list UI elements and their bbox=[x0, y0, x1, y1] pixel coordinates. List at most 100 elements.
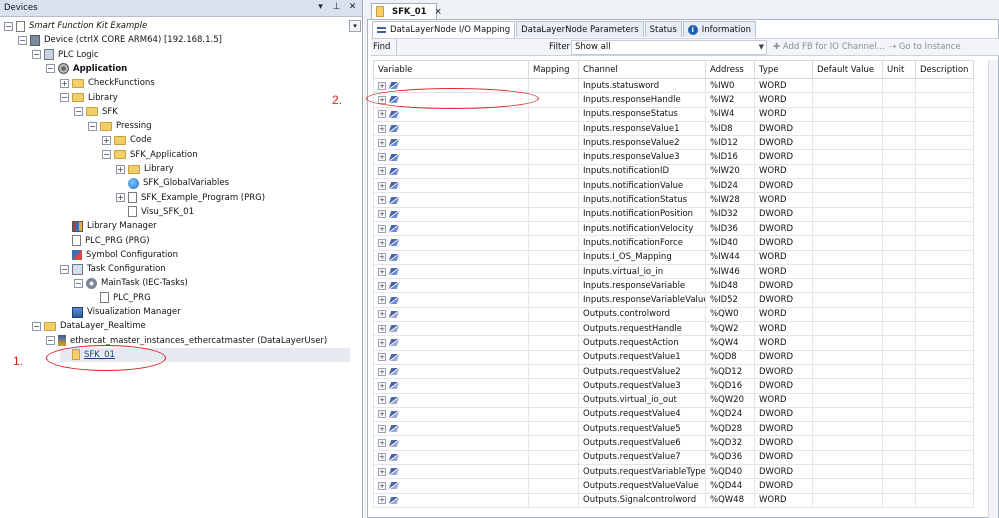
pin-icon[interactable]: ⊥ bbox=[331, 2, 342, 12]
cell-variable[interactable]: + bbox=[373, 235, 529, 251]
expand-icon[interactable]: + bbox=[378, 138, 386, 147]
expand-icon[interactable]: + bbox=[378, 467, 386, 476]
document-tab-sfk01[interactable]: SFK_01 × bbox=[371, 3, 442, 19]
cell-mapping[interactable] bbox=[528, 135, 579, 151]
cell-variable[interactable]: + bbox=[373, 120, 529, 137]
cell-mapping[interactable] bbox=[528, 349, 579, 365]
expand-icon[interactable]: + bbox=[116, 193, 125, 203]
expand-icon[interactable]: + bbox=[378, 210, 386, 219]
table-row[interactable]: + Inputs.virtual_io_in %IW46 WORD bbox=[373, 263, 974, 280]
expand-icon[interactable]: + bbox=[378, 167, 386, 176]
cell-mapping[interactable] bbox=[528, 163, 579, 180]
close-icon[interactable]: ✕ bbox=[347, 2, 358, 12]
table-row[interactable]: + Outputs.requestVariableType %QD40 DWORD bbox=[373, 464, 974, 480]
cell-mapping[interactable] bbox=[528, 464, 579, 480]
expand-icon[interactable]: + bbox=[378, 439, 386, 448]
collapse-icon[interactable]: − bbox=[74, 107, 83, 117]
tab-datalayernode-parameters[interactable]: DataLayerNode Parameters bbox=[516, 21, 644, 37]
tree-item[interactable]: Library Manager bbox=[60, 219, 157, 233]
cell-variable[interactable]: + bbox=[373, 335, 529, 351]
tree-item[interactable]: + CheckFunctions bbox=[60, 76, 155, 90]
cell-variable[interactable]: + bbox=[373, 178, 529, 194]
cell-mapping[interactable] bbox=[528, 220, 579, 237]
expand-icon[interactable]: + bbox=[378, 124, 386, 133]
column-header[interactable]: Default Value bbox=[812, 60, 883, 79]
cell-mapping[interactable] bbox=[528, 321, 579, 337]
table-row[interactable]: + Inputs.responseValue1 %ID8 DWORD bbox=[373, 120, 974, 137]
table-row[interactable]: + Outputs.requestValue5 %QD28 DWORD bbox=[373, 421, 974, 437]
cell-mapping[interactable] bbox=[528, 449, 579, 466]
cell-variable[interactable]: + bbox=[373, 249, 529, 265]
cell-mapping[interactable] bbox=[528, 378, 579, 394]
expand-icon[interactable]: + bbox=[378, 496, 386, 505]
expand-icon[interactable]: + bbox=[378, 324, 386, 333]
table-row[interactable]: + Inputs.responseValue3 %ID16 DWORD bbox=[373, 149, 974, 165]
expand-icon[interactable]: + bbox=[378, 338, 386, 347]
expand-icon[interactable]: + bbox=[378, 453, 386, 462]
cell-variable[interactable]: + bbox=[373, 421, 529, 437]
cell-variable[interactable]: + bbox=[373, 492, 529, 508]
collapse-icon[interactable]: − bbox=[60, 264, 69, 274]
cell-mapping[interactable] bbox=[528, 263, 579, 280]
table-row[interactable]: + Outputs.requestAction %QW4 WORD bbox=[373, 335, 974, 351]
expand-icon[interactable]: + bbox=[378, 196, 386, 205]
table-row[interactable]: + Inputs.notificationPosition %ID32 DWORD bbox=[373, 206, 974, 222]
column-header[interactable]: Variable bbox=[373, 60, 529, 79]
collapse-icon[interactable]: − bbox=[32, 321, 41, 331]
expand-icon[interactable]: + bbox=[102, 135, 111, 145]
collapse-icon[interactable]: − bbox=[102, 150, 111, 160]
table-row[interactable]: + Outputs.requestValueValue %QD44 DWORD bbox=[373, 478, 974, 494]
table-row[interactable]: + Outputs.requestValue1 %QD8 DWORD bbox=[373, 349, 974, 365]
tree-item[interactable]: − MainTask (IEC-Tasks) bbox=[74, 276, 188, 290]
cell-variable[interactable]: + bbox=[373, 263, 529, 280]
cell-variable[interactable]: + bbox=[373, 378, 529, 394]
tree-item[interactable]: + Library bbox=[116, 162, 174, 176]
tree-item[interactable]: PLC_PRG bbox=[88, 291, 151, 305]
cell-variable[interactable]: + bbox=[373, 321, 529, 337]
cell-variable[interactable]: + bbox=[373, 363, 529, 380]
cell-mapping[interactable] bbox=[528, 292, 579, 308]
cell-variable[interactable]: + bbox=[373, 292, 529, 308]
cell-variable[interactable]: + bbox=[373, 163, 529, 180]
tree-item[interactable]: Visualization Manager bbox=[60, 305, 181, 319]
expand-icon[interactable]: + bbox=[116, 164, 125, 174]
table-row[interactable]: + Outputs.requestValue7 %QD36 DWORD bbox=[373, 449, 974, 466]
vertical-scrollbar[interactable] bbox=[988, 60, 998, 518]
expand-icon[interactable]: + bbox=[60, 78, 69, 88]
cell-variable[interactable]: + bbox=[373, 464, 529, 480]
cell-variable[interactable]: + bbox=[373, 106, 529, 122]
expand-icon[interactable]: + bbox=[378, 424, 386, 433]
cell-mapping[interactable] bbox=[528, 106, 579, 122]
cell-variable[interactable]: + bbox=[373, 192, 529, 208]
tab-status[interactable]: Status bbox=[644, 21, 682, 37]
collapse-icon[interactable]: − bbox=[46, 336, 55, 346]
tree-item[interactable]: − SFK bbox=[74, 105, 118, 119]
expand-icon[interactable]: + bbox=[378, 110, 386, 119]
tab-datalayernode-i-o-mapping[interactable]: DataLayerNode I/O Mapping bbox=[372, 21, 516, 38]
cell-mapping[interactable] bbox=[528, 278, 579, 294]
cell-mapping[interactable] bbox=[528, 120, 579, 137]
expand-icon[interactable]: + bbox=[378, 281, 386, 290]
cell-mapping[interactable] bbox=[528, 149, 579, 165]
expand-icon[interactable]: + bbox=[378, 410, 386, 419]
cell-mapping[interactable] bbox=[528, 478, 579, 494]
cell-mapping[interactable] bbox=[528, 77, 579, 94]
table-row[interactable]: + Inputs.responseVariableValue %ID52 DWORD bbox=[373, 292, 974, 308]
table-row[interactable]: + Outputs.requestHandle %QW2 WORD bbox=[373, 321, 974, 337]
cell-variable[interactable]: + bbox=[373, 478, 529, 494]
tree-item[interactable]: − Library bbox=[60, 91, 118, 105]
collapse-icon[interactable]: − bbox=[18, 35, 27, 45]
expand-icon[interactable]: + bbox=[378, 253, 386, 262]
cell-mapping[interactable] bbox=[528, 178, 579, 194]
table-row[interactable]: + Outputs.Signalcontrolword %QW48 WORD bbox=[373, 492, 974, 508]
expand-icon[interactable]: + bbox=[378, 238, 386, 247]
cell-variable[interactable]: + bbox=[373, 220, 529, 237]
panel-dropdown-icon[interactable]: ▾ bbox=[315, 2, 326, 12]
table-row[interactable]: + Outputs.requestValue3 %QD16 DWORD bbox=[373, 378, 974, 394]
goto-instance-button[interactable]: ⇢ Go to Instance bbox=[889, 42, 961, 52]
cell-mapping[interactable] bbox=[528, 406, 579, 423]
cell-variable[interactable]: + bbox=[373, 306, 529, 323]
column-header[interactable]: Mapping bbox=[528, 60, 579, 79]
expand-icon[interactable]: + bbox=[378, 153, 386, 162]
cell-mapping[interactable] bbox=[528, 363, 579, 380]
